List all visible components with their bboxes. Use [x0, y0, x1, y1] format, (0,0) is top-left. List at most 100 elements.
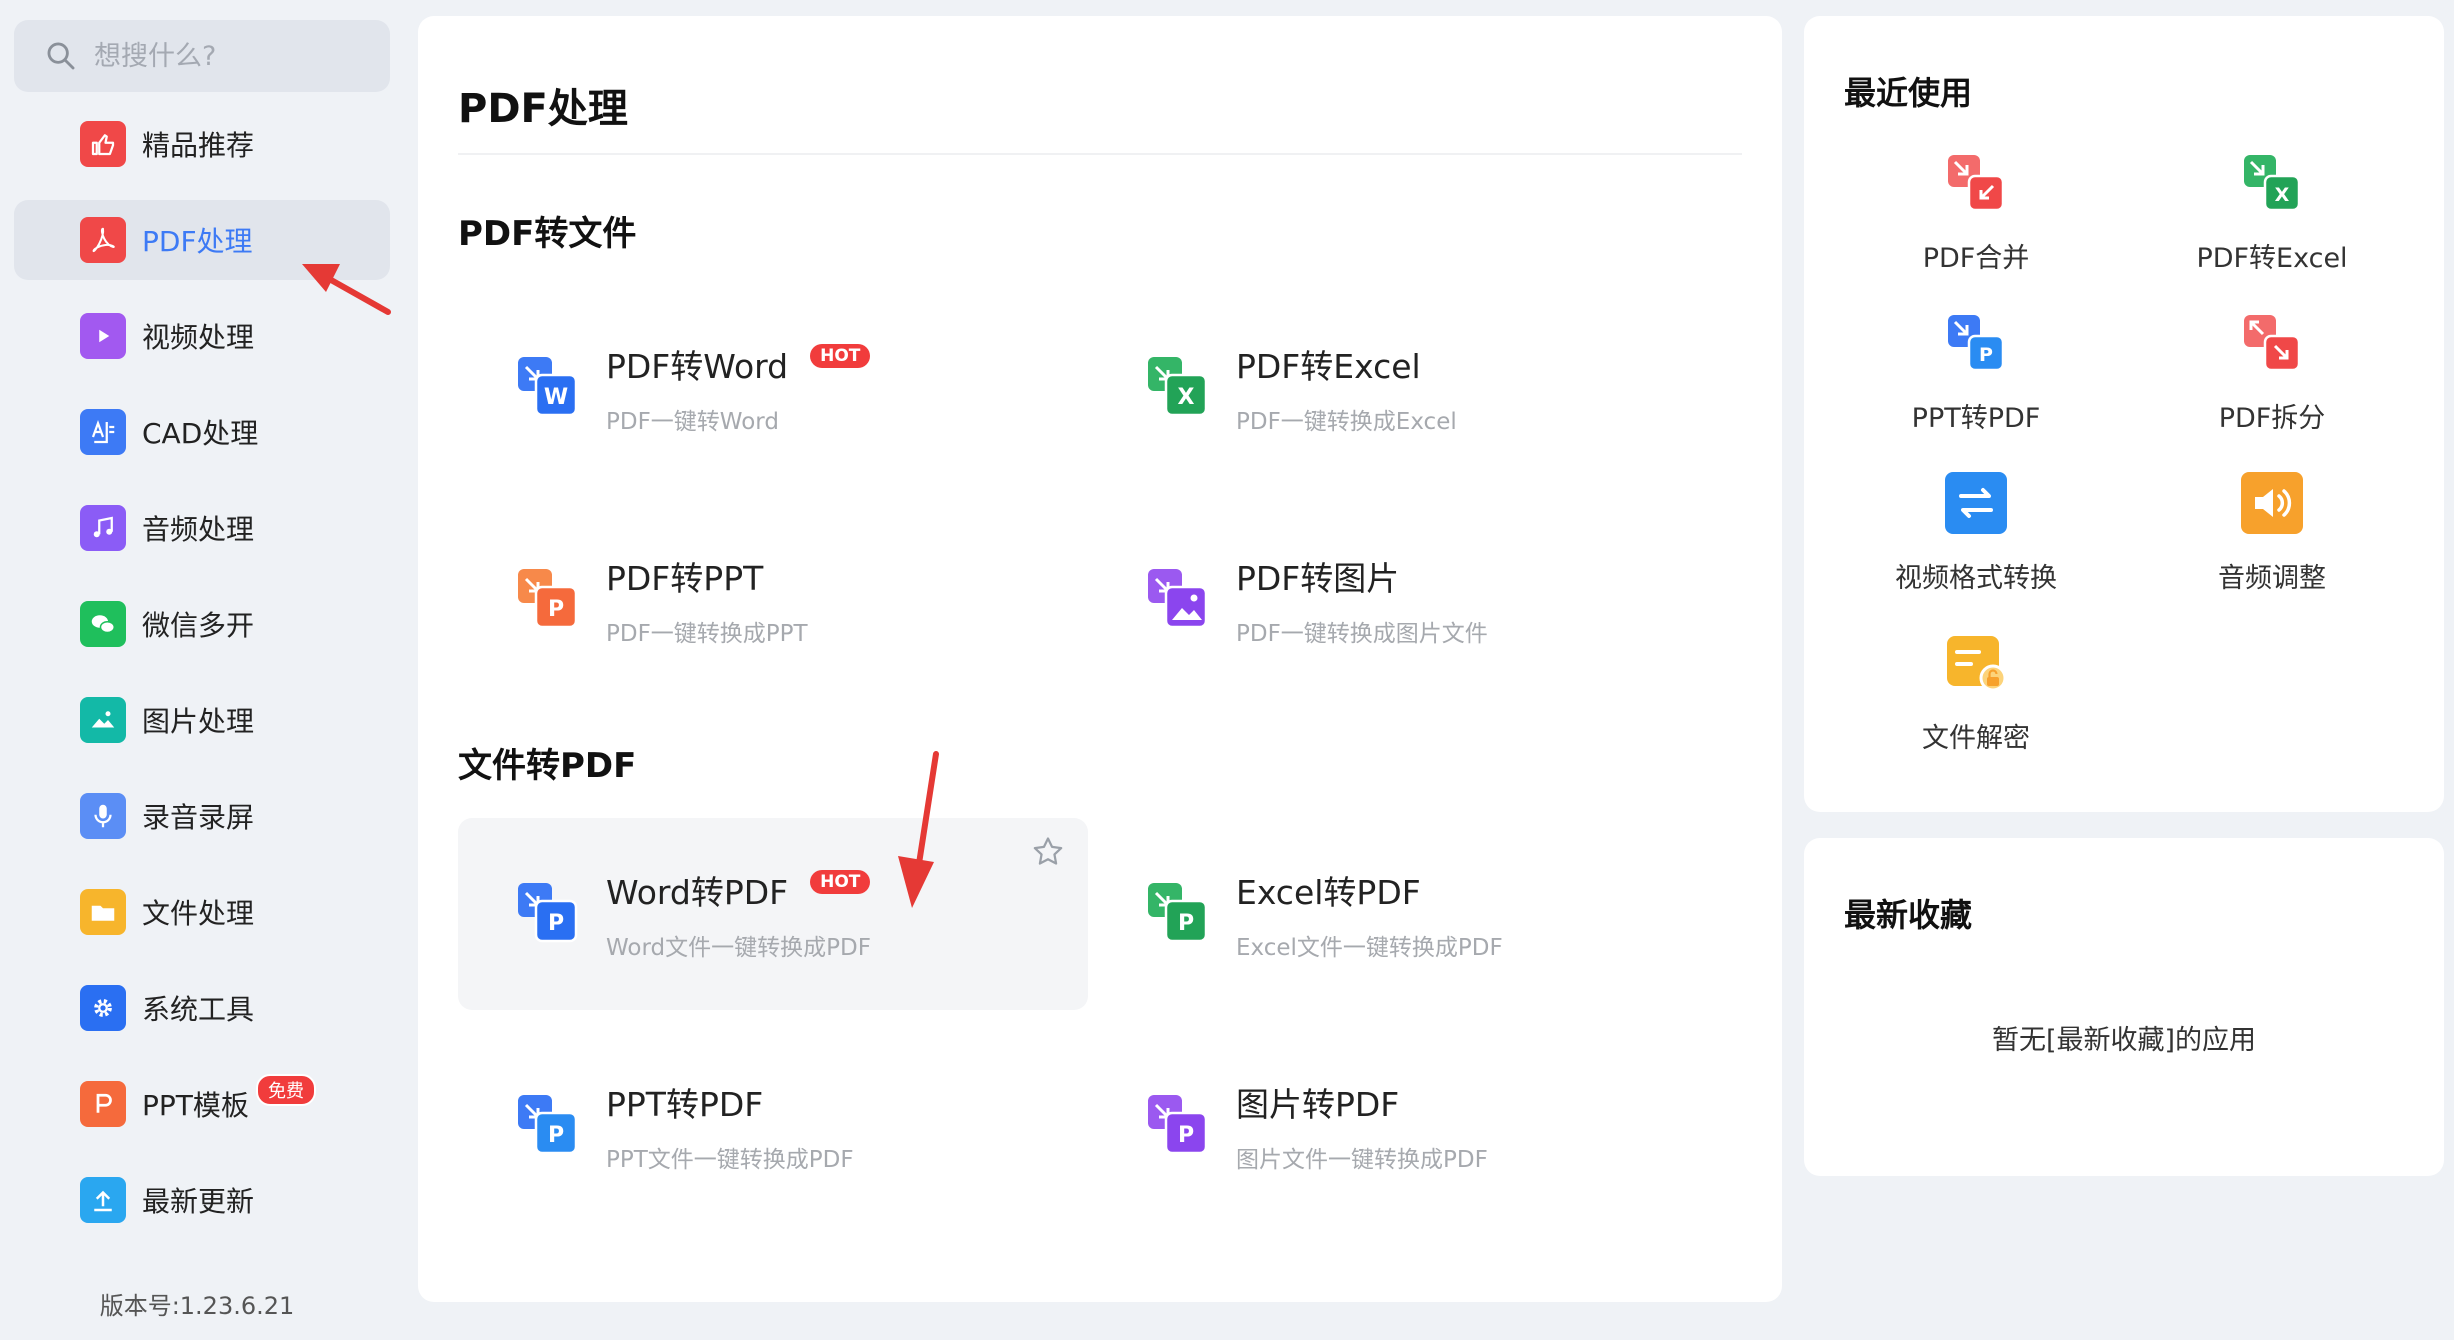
tool-desc: PDF一键转Word — [606, 409, 779, 435]
sidebar-item-cad[interactable]: CAD处理 — [14, 392, 390, 472]
annotation-arrow-word-to-pdf — [898, 751, 939, 908]
tool-ppt-to-pdf[interactable]: P PPT转PDF PPT文件一键转换成PDF — [458, 1030, 1088, 1222]
tool-pdf-to-ppt[interactable]: P PDF转PPT PDF一键转换成PPT — [458, 504, 1088, 696]
recent-item-pdf-split[interactable]: PDF拆分 — [2122, 312, 2422, 452]
sidebar-item-label: 视频处理 — [142, 321, 255, 354]
recent-item-pdf-merge[interactable]: PDF合并 — [1826, 152, 2126, 292]
sidebar-item-wechat[interactable]: 微信多开 — [14, 584, 390, 664]
recent-panel: 最近使用 PDF合并 X PDF转Excel P PPT转PDF PDF拆分 视… — [1804, 16, 2444, 812]
recent-item-pdf-to-excel[interactable]: X PDF转Excel — [2122, 152, 2422, 292]
wechat-icon — [80, 601, 126, 647]
sidebar-item-label: PDF处理 — [142, 225, 253, 258]
tool-desc: Excel文件一键转换成PDF — [1236, 935, 1503, 961]
pdf-to-excel-icon: X — [1148, 357, 1208, 417]
file-decrypt-icon — [1947, 636, 2007, 692]
sidebar-item-audio[interactable]: 音频处理 — [14, 488, 390, 568]
section-title-file-to-pdf: 文件转PDF — [458, 746, 637, 786]
sidebar-item-file[interactable]: 文件处理 — [14, 872, 390, 952]
recent-item-file-decrypt[interactable]: 文件解密 — [1826, 632, 2126, 772]
tool-text: 图片转PDF 图片文件一键转换成PDF — [1236, 1078, 1488, 1174]
title-divider — [458, 153, 1742, 155]
recent-item-audio-adjust[interactable]: 音频调整 — [2122, 472, 2422, 612]
annotation-arrow-sidebar — [302, 264, 391, 315]
svg-text:P: P — [1979, 344, 1993, 366]
page-title: PDF处理 — [458, 86, 628, 132]
favorites-empty-text: 暂无[最新收藏]的应用 — [1991, 1025, 2257, 1056]
tool-text: PDF转Excel PDF一键转换成Excel — [1236, 340, 1457, 436]
tool-name: PDF转PPT — [606, 559, 764, 598]
tool-text: Excel转PDF Excel文件一键转换成PDF — [1236, 866, 1503, 962]
tool-text: PPT转PDF PPT文件一键转换成PDF — [606, 1078, 854, 1174]
tool-excel-to-pdf[interactable]: P Excel转PDF Excel文件一键转换成PDF — [1088, 818, 1718, 1010]
recent-item-label: 音频调整 — [2218, 563, 2326, 594]
pdf-to-excel-icon: X — [2244, 155, 2301, 212]
pdf-icon — [80, 217, 126, 263]
tool-desc: PDF一键转换成Excel — [1236, 409, 1457, 435]
pdf-to-image-icon — [1148, 569, 1208, 629]
sidebar-item-recommended[interactable]: 精品推荐 — [14, 104, 390, 184]
sidebar-item-updates[interactable]: 最新更新 — [14, 1160, 390, 1240]
sidebar: 精品推荐 PDF处理 视频处理 CAD处理 音频处理 — [0, 0, 400, 1340]
search-input[interactable] — [94, 40, 374, 72]
sidebar-item-label: 最新更新 — [142, 1185, 255, 1218]
recent-item-ppt-to-pdf[interactable]: P PPT转PDF — [1826, 312, 2126, 452]
video-convert-icon — [1945, 472, 2007, 534]
svg-text:P: P — [1178, 911, 1194, 936]
tool-desc: PDF一键转换成图片文件 — [1236, 621, 1488, 647]
sidebar-item-record[interactable]: 录音录屏 — [14, 776, 390, 856]
tool-text: PDF转Word HOT PDF一键转Word — [606, 340, 871, 436]
search-box[interactable] — [14, 20, 390, 92]
tool-pdf-to-image[interactable]: PDF转图片 PDF一键转换成图片文件 — [1088, 504, 1718, 696]
svg-text:X: X — [2275, 184, 2290, 206]
recent-item-label: PDF合并 — [1922, 243, 2030, 274]
recent-item-video-convert[interactable]: 视频格式转换 — [1826, 472, 2126, 612]
tool-name: PPT转PDF — [606, 1085, 764, 1124]
hot-badge: HOT — [810, 344, 871, 368]
svg-text:P: P — [1178, 1123, 1194, 1148]
sidebar-item-label: 系统工具 — [142, 993, 255, 1026]
svg-text:P: P — [548, 911, 564, 936]
tool-image-to-pdf[interactable]: P 图片转PDF 图片文件一键转换成PDF — [1088, 1030, 1718, 1222]
recent-item-label: PDF拆分 — [2218, 403, 2326, 434]
version-label: 版本号:1.23.6.21 — [99, 1292, 295, 1320]
folder-icon — [80, 889, 126, 935]
pdf-to-ppt-icon: P — [518, 569, 578, 629]
sidebar-item-label: 音频处理 — [142, 513, 255, 546]
tool-name-row: 图片转PDF — [1236, 1078, 1488, 1126]
tool-name-row: PDF转Word HOT — [606, 340, 871, 388]
svg-text:P: P — [548, 597, 564, 622]
tool-name: Word转PDF — [606, 873, 789, 912]
gear-icon — [80, 985, 126, 1031]
tool-name-row: Word转PDF HOT — [606, 866, 871, 914]
tool-desc: PDF一键转换成PPT — [606, 621, 808, 647]
svg-text:P: P — [548, 1123, 564, 1148]
tool-name-row: PDF转图片 — [1236, 552, 1488, 600]
sidebar-item-ppt-template[interactable]: PPT模板 免费 — [14, 1064, 390, 1144]
recent-item-label: 文件解密 — [1922, 723, 2030, 754]
sidebar-item-system[interactable]: 系统工具 — [14, 968, 390, 1048]
tool-name-row: PDF转Excel — [1236, 340, 1457, 388]
recent-title: 最近使用 — [1844, 74, 1973, 112]
recent-item-label: PDF转Excel — [2196, 243, 2348, 274]
favorites-title: 最新收藏 — [1844, 896, 1973, 934]
tool-word-to-pdf[interactable]: P Word转PDF HOT Word文件一键转换成PDF — [458, 818, 1088, 1010]
tool-desc: 图片文件一键转换成PDF — [1236, 1147, 1488, 1173]
tool-pdf-to-excel[interactable]: X PDF转Excel PDF一键转换成Excel — [1088, 292, 1718, 484]
star-icon[interactable] — [1030, 834, 1066, 870]
tool-name: PDF转Excel — [1236, 347, 1421, 386]
tool-name-row: Excel转PDF — [1236, 866, 1503, 914]
free-badge: 免费 — [256, 1074, 316, 1106]
sidebar-item-label: 微信多开 — [142, 609, 255, 642]
tool-text: Word转PDF HOT Word文件一键转换成PDF — [606, 866, 871, 962]
sidebar-item-image[interactable]: 图片处理 — [14, 680, 390, 760]
tool-name: PDF转图片 — [1236, 559, 1400, 598]
svg-text:X: X — [1178, 385, 1195, 410]
tool-desc: Word文件一键转换成PDF — [606, 935, 871, 961]
sidebar-item-label: 精品推荐 — [142, 129, 255, 162]
pdf-split-icon — [2244, 315, 2301, 372]
ppt-to-pdf-icon: P — [518, 1095, 578, 1155]
recent-item-label: PPT转PDF — [1911, 403, 2041, 434]
microphone-icon — [80, 793, 126, 839]
sidebar-item-label: CAD处理 — [142, 417, 259, 450]
tool-pdf-to-word[interactable]: W PDF转Word HOT PDF一键转Word — [458, 292, 1088, 484]
